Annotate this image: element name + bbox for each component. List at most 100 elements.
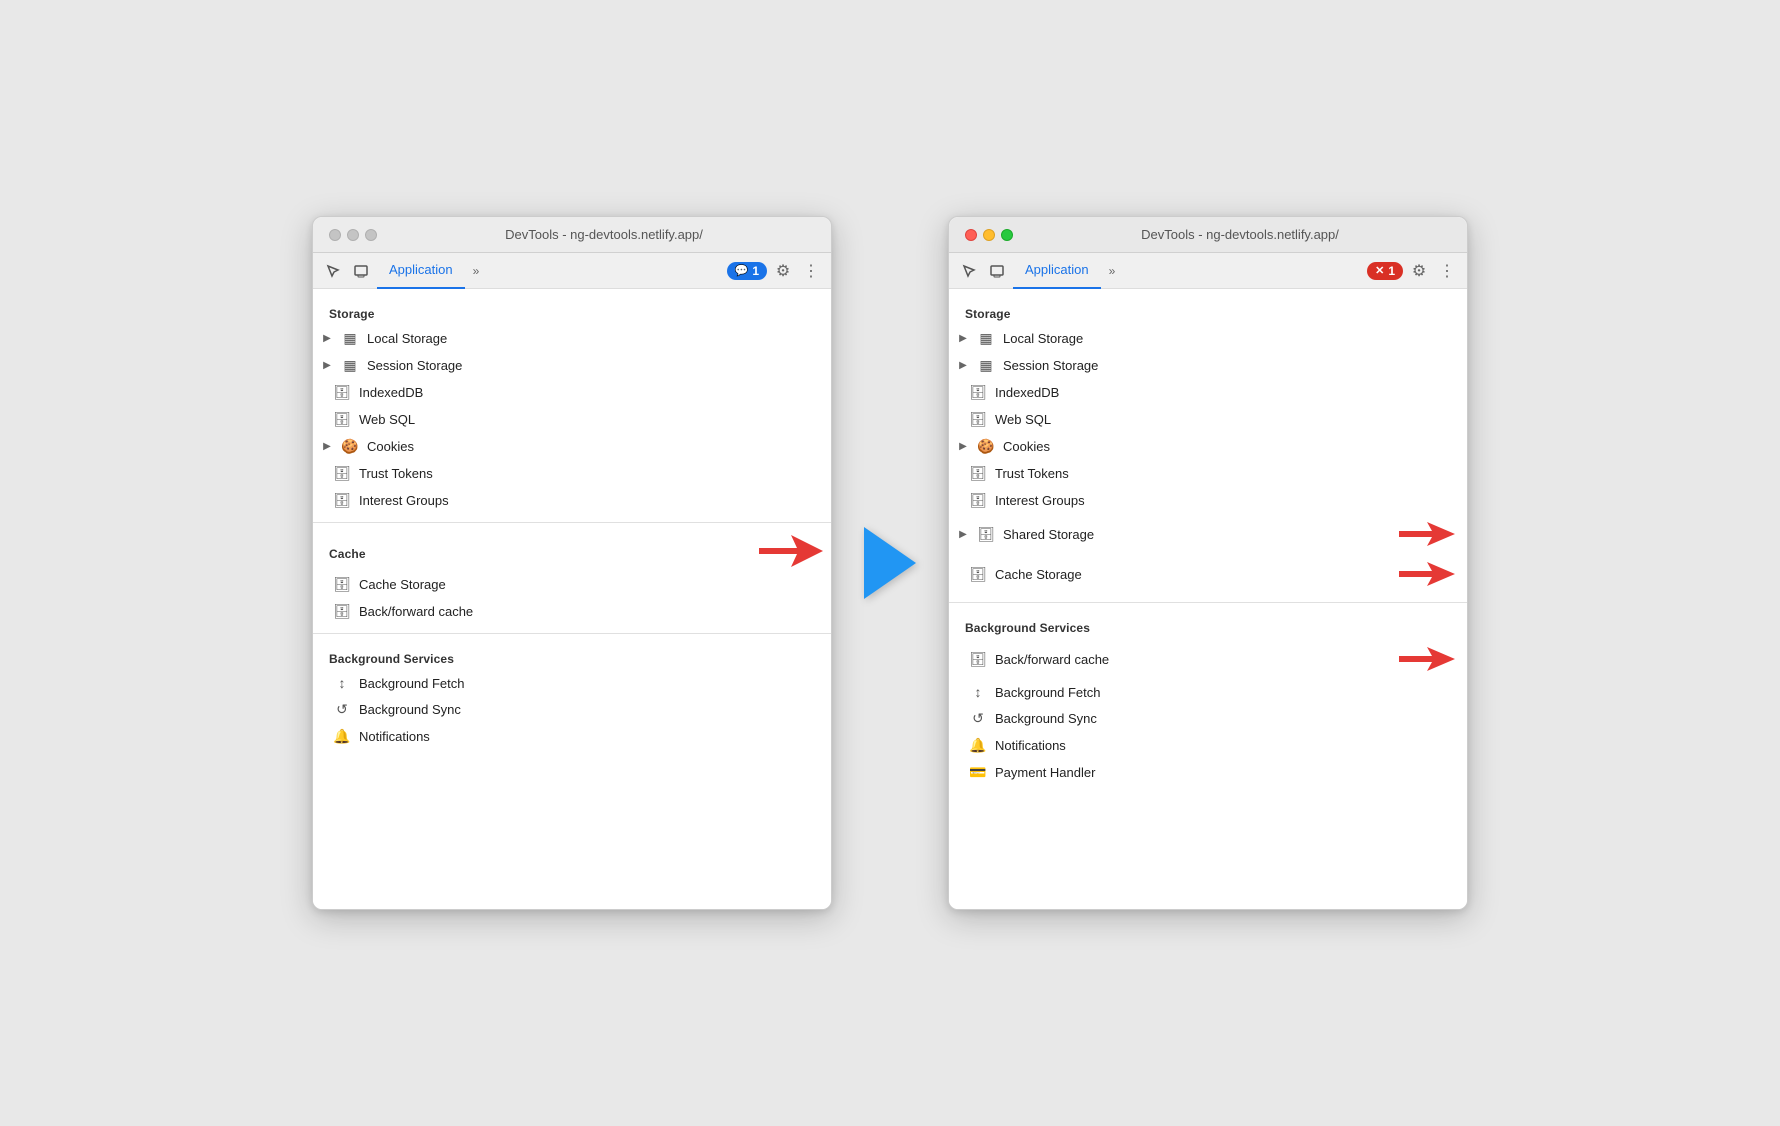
right-inspect-icon[interactable] [957,259,981,283]
interest-groups-icon: 🗄 [333,492,351,509]
right-badge-count: 1 [1388,264,1395,278]
right-bg-fetch-icon: ↕ [969,684,987,700]
inspect-icon[interactable] [321,259,345,283]
right-session-storage-icon: ▦ [977,357,995,374]
right-cookies-item[interactable]: ▶ 🍪 Cookies [949,433,1467,460]
bg-sync-label: Background Sync [359,702,461,717]
left-divider-1 [313,522,831,523]
left-devtools-panel: Application » 💬 1 ⚙ ⋮ Storage ▶ [313,253,831,909]
left-indexeddb-item[interactable]: 🗄 IndexedDB [313,379,831,406]
left-application-tab[interactable]: Application [377,253,465,289]
right-bg-sync-label: Background Sync [995,711,1097,726]
right-back-forward-cache-label: Back/forward cache [995,652,1109,667]
interest-groups-label: Interest Groups [359,493,449,508]
left-local-storage-item[interactable]: ▶ ▦ Local Storage [313,325,831,352]
left-cookies-item[interactable]: ▶ 🍪 Cookies [313,433,831,460]
right-storage-header: Storage [949,297,1467,325]
left-red-arrow-cache [755,531,823,571]
left-back-forward-cache-item[interactable]: 🗄 Back/forward cache [313,598,831,625]
left-bg-fetch-item[interactable]: ↕ Background Fetch [313,670,831,696]
right-websql-icon: 🗄 [969,411,987,428]
right-cache-storage-item[interactable]: 🗄 Cache Storage [949,554,1467,594]
left-interest-groups-item[interactable]: 🗄 Interest Groups [313,487,831,514]
right-local-storage-item[interactable]: ▶ ▦ Local Storage [949,325,1467,352]
session-storage-icon: ▦ [341,357,359,374]
cookies-label: Cookies [367,439,414,454]
bg-fetch-label: Background Fetch [359,676,465,691]
left-gear-icon[interactable]: ⚙ [771,259,795,283]
right-minimize-button[interactable] [983,229,995,241]
right-trust-tokens-item[interactable]: 🗄 Trust Tokens [949,460,1467,487]
left-websql-item[interactable]: 🗄 Web SQL [313,406,831,433]
left-traffic-lights [329,229,377,241]
right-trust-tokens-icon: 🗄 [969,465,987,482]
right-payment-handler-item[interactable]: 💳 Payment Handler [949,759,1467,786]
right-bg-fetch-item[interactable]: ↕ Background Fetch [949,679,1467,705]
right-expand-arrow-local: ▶ [957,333,969,344]
outer-wrapper: DevTools - ng-devtools.netlify.app/ [272,176,1508,950]
right-maximize-button[interactable] [1001,229,1013,241]
right-toolbar: Application » ✕ 1 ⚙ ⋮ [949,253,1467,289]
right-back-forward-cache-item[interactable]: 🗄 Back/forward cache [949,639,1467,679]
right-back-forward-cache-icon: 🗄 [969,651,987,668]
indexeddb-label: IndexedDB [359,385,423,400]
right-application-tab[interactable]: Application [1013,253,1101,289]
blue-arrow-wrapper [864,527,916,599]
left-bg-sync-item[interactable]: ↺ Background Sync [313,696,831,723]
right-cookies-icon: 🍪 [977,438,995,455]
close-button[interactable] [329,229,341,241]
right-websql-item[interactable]: 🗄 Web SQL [949,406,1467,433]
right-device-toggle-icon[interactable] [985,259,1009,283]
right-shared-storage-item[interactable]: ▶ 🗄 Shared Storage [949,514,1467,554]
left-notifications-item[interactable]: 🔔 Notifications [313,723,831,750]
right-indexeddb-item[interactable]: 🗄 IndexedDB [949,379,1467,406]
right-badge[interactable]: ✕ 1 [1367,262,1403,280]
right-close-button[interactable] [965,229,977,241]
right-notifications-label: Notifications [995,738,1066,753]
left-cache-storage-item[interactable]: 🗄 Cache Storage [313,571,831,598]
maximize-button[interactable] [365,229,377,241]
left-browser-window: DevTools - ng-devtools.netlify.app/ [312,216,832,910]
right-cookies-label: Cookies [1003,439,1050,454]
right-badge-icon: ✕ [1375,264,1384,277]
indexeddb-icon: 🗄 [333,384,351,401]
right-interest-groups-label: Interest Groups [995,493,1085,508]
left-tab-label: Application [389,262,453,277]
left-cache-section-header: Cache [313,531,831,571]
minimize-button[interactable] [347,229,359,241]
right-expand-arrow-cookies: ▶ [957,441,969,452]
notifications-icon: 🔔 [333,728,351,745]
local-storage-icon: ▦ [341,330,359,347]
local-storage-label: Local Storage [367,331,447,346]
right-red-arrow-backfwd [1395,644,1455,674]
right-local-storage-label: Local Storage [1003,331,1083,346]
right-red-arrow-cache [1395,559,1455,589]
right-session-storage-item[interactable]: ▶ ▦ Session Storage [949,352,1467,379]
right-more-icon[interactable]: ⋮ [1435,259,1459,283]
device-toggle-icon[interactable] [349,259,373,283]
right-gear-icon[interactable]: ⚙ [1407,259,1431,283]
right-local-storage-icon: ▦ [977,330,995,347]
cookies-icon: 🍪 [341,438,359,455]
cache-storage-icon: 🗄 [333,576,351,593]
left-badge[interactable]: 💬 1 [727,262,767,280]
left-trust-tokens-item[interactable]: 🗄 Trust Tokens [313,460,831,487]
right-shared-storage-icon: 🗄 [977,526,995,543]
back-forward-cache-label: Back/forward cache [359,604,473,619]
websql-icon: 🗄 [333,411,351,428]
right-notifications-item[interactable]: 🔔 Notifications [949,732,1467,759]
expand-arrow-local: ▶ [321,333,333,344]
right-shared-storage-label: Shared Storage [1003,527,1094,542]
left-storage-header: Storage [313,297,831,325]
left-more-icon[interactable]: ⋮ [799,259,823,283]
right-devtools-panel: Application » ✕ 1 ⚙ ⋮ Storage ▶ [949,253,1467,909]
blue-direction-arrow [864,527,916,599]
expand-arrow-session: ▶ [321,360,333,371]
back-forward-cache-icon: 🗄 [333,603,351,620]
right-interest-groups-item[interactable]: 🗄 Interest Groups [949,487,1467,514]
left-devtools-body: Storage ▶ ▦ Local Storage ▶ ▦ Session St… [313,289,831,909]
right-session-storage-label: Session Storage [1003,358,1098,373]
left-session-storage-item[interactable]: ▶ ▦ Session Storage [313,352,831,379]
right-bg-sync-item[interactable]: ↺ Background Sync [949,705,1467,732]
right-window-title: DevTools - ng-devtools.netlify.app/ [1029,227,1451,242]
